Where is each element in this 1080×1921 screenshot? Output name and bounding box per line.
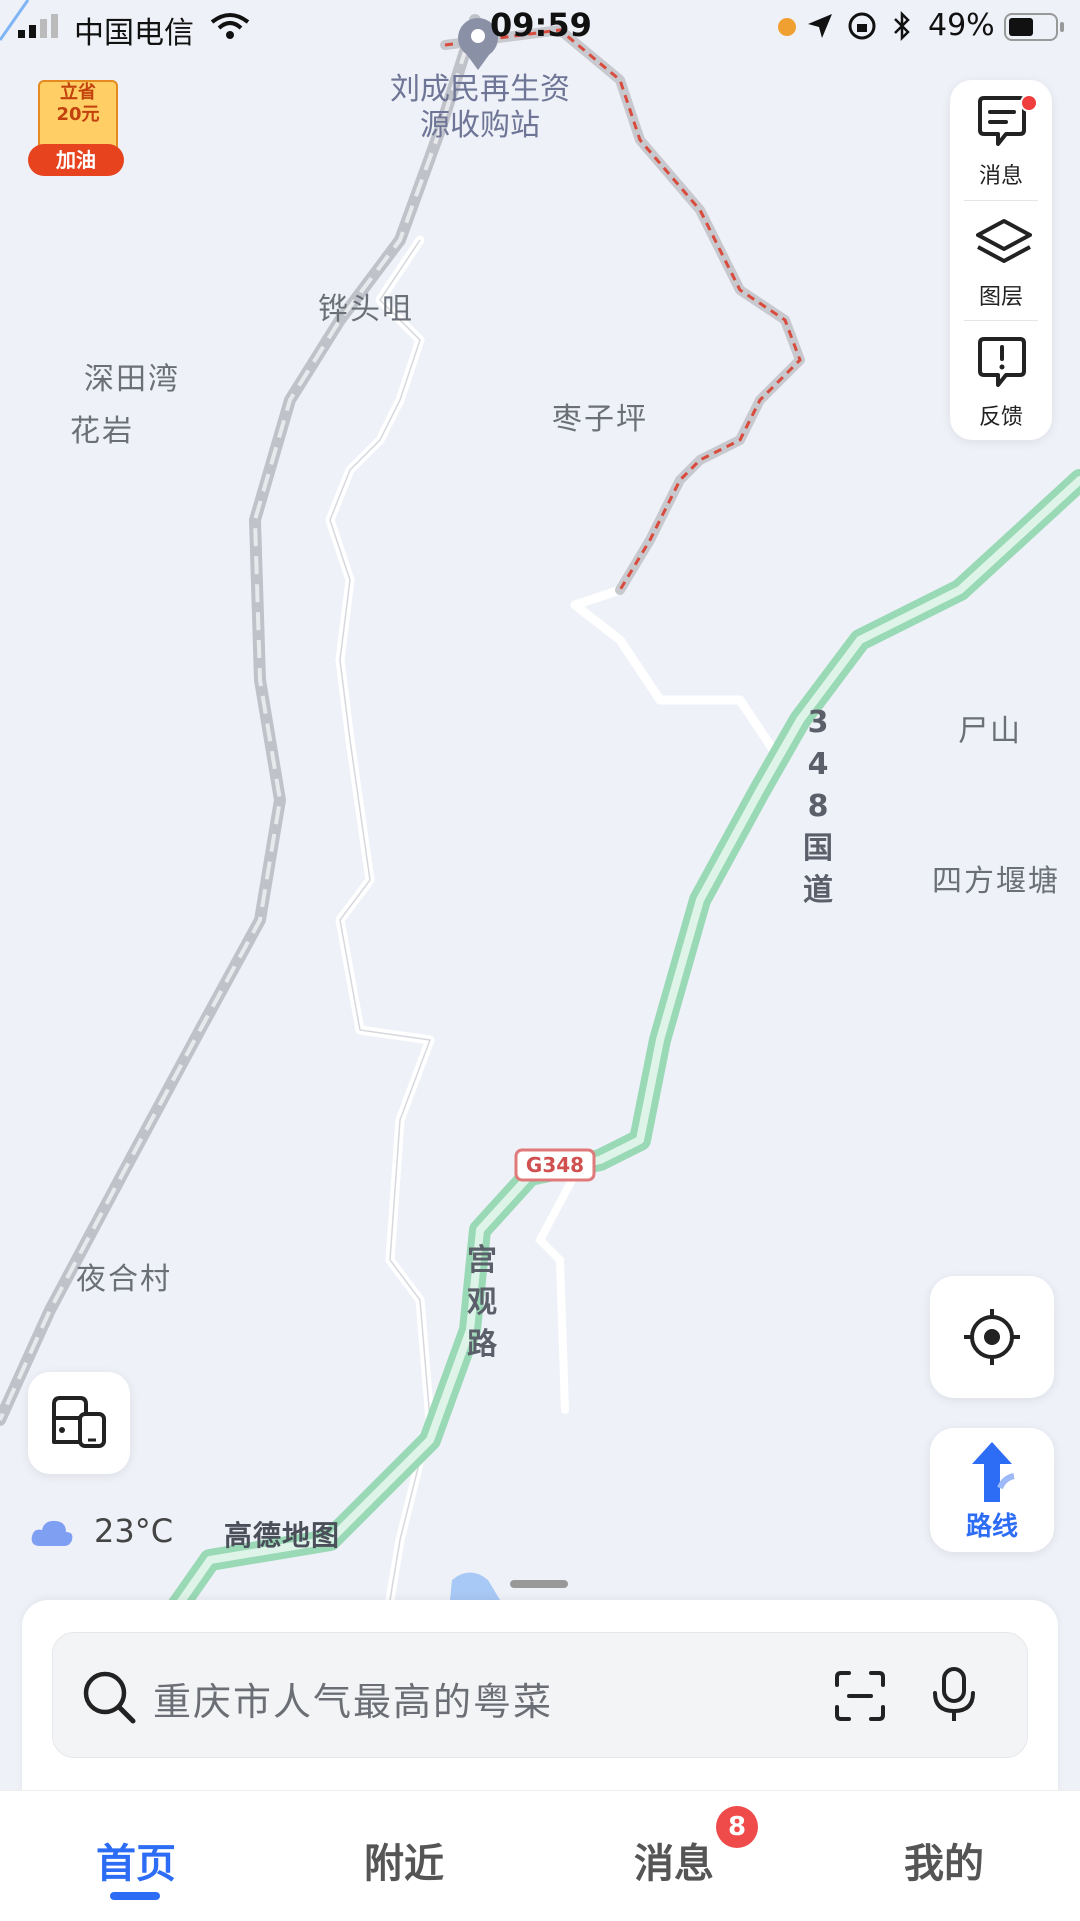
battery-percent: 49% xyxy=(928,8,995,43)
route-arrow-icon xyxy=(972,1442,1015,1502)
route-shield-label: G348 xyxy=(525,1153,585,1177)
search-placeholder: 重庆市人气最高的粤菜 xyxy=(153,1680,554,1724)
tab-mine[interactable]: 我的 xyxy=(864,1831,1024,1889)
tab-nearby[interactable]: 附近 xyxy=(324,1831,484,1889)
messages-label: 消息 xyxy=(978,164,1023,189)
temperature: 23°C xyxy=(94,1512,174,1550)
search-icon xyxy=(83,1671,136,1724)
transit-button[interactable] xyxy=(28,1372,130,1474)
rotation-lock-icon xyxy=(848,12,876,40)
place-label-shishan: 尸山 xyxy=(958,714,1022,749)
microphone-icon[interactable] xyxy=(929,1665,979,1725)
place-label-huayan: 花岩 xyxy=(70,414,134,449)
place-label-zaoziping: 枣子坪 xyxy=(552,402,648,437)
location-arrow-icon xyxy=(808,14,832,38)
cloud-icon xyxy=(31,1520,73,1546)
place-label-shentianwan: 深田湾 xyxy=(84,362,180,397)
signal-icon xyxy=(18,14,58,38)
bus-icon xyxy=(52,1396,106,1448)
route-label: 路线 xyxy=(965,1512,1018,1542)
scan-icon[interactable] xyxy=(833,1669,887,1723)
feedback-icon xyxy=(978,337,1026,387)
promo-coupon: 立省 20元 xyxy=(38,80,118,154)
battery-icon xyxy=(1004,13,1064,41)
feedback-label: 反馈 xyxy=(978,405,1023,430)
route-button[interactable]: 路线 xyxy=(930,1428,1054,1552)
feedback-button[interactable]: 反馈 xyxy=(950,321,1052,439)
messages-badge: 8 xyxy=(716,1806,758,1848)
tab-bar: 首页 附近 消息 我的 xyxy=(0,1790,1080,1921)
recording-dot-icon xyxy=(778,18,796,36)
map-tools-panel: 消息 图层 反馈 xyxy=(950,80,1052,440)
poi-name-label[interactable]: 刘成民再生资源收购站 xyxy=(380,72,580,144)
status-bar: 中国电信 09:59 49% xyxy=(0,0,1080,54)
map-brand-logo: 高德地图 xyxy=(224,1519,341,1552)
promo-tag: 加油 xyxy=(28,144,124,176)
road-label-gongguanlu: 宫 观 路 xyxy=(467,1243,497,1362)
active-tab-indicator xyxy=(110,1892,160,1900)
layers-label: 图层 xyxy=(978,285,1023,310)
layers-icon xyxy=(976,219,1032,263)
notification-dot xyxy=(1020,94,1038,112)
place-label-sifangyantang: 四方堰塘 xyxy=(932,864,1060,899)
locate-me-button[interactable] xyxy=(930,1276,1054,1398)
messages-button[interactable]: 消息 xyxy=(950,80,1052,198)
layers-button[interactable]: 图层 xyxy=(950,201,1052,319)
wifi-icon xyxy=(210,13,250,39)
bluetooth-icon xyxy=(894,10,910,42)
sheet-drag-handle[interactable] xyxy=(510,1580,568,1588)
place-label-yehecun: 夜合村 xyxy=(76,1262,172,1297)
promo-line2: 20元 xyxy=(56,104,100,125)
road-label-348: 3 4 8 国 道 xyxy=(803,705,833,908)
search-bar[interactable]: 重庆市人气最高的粤菜 xyxy=(52,1632,1028,1758)
carrier-name: 中国电信 xyxy=(74,16,194,51)
tab-home[interactable]: 首页 xyxy=(56,1831,216,1889)
promo-line1: 立省 xyxy=(60,82,96,103)
place-label-chantouzu: 铧头咀 xyxy=(318,292,414,327)
fuel-promo-badge[interactable]: 立省 20元 加油 xyxy=(28,80,124,176)
crosshair-icon xyxy=(964,1309,1020,1365)
clock: 09:59 xyxy=(490,6,592,44)
